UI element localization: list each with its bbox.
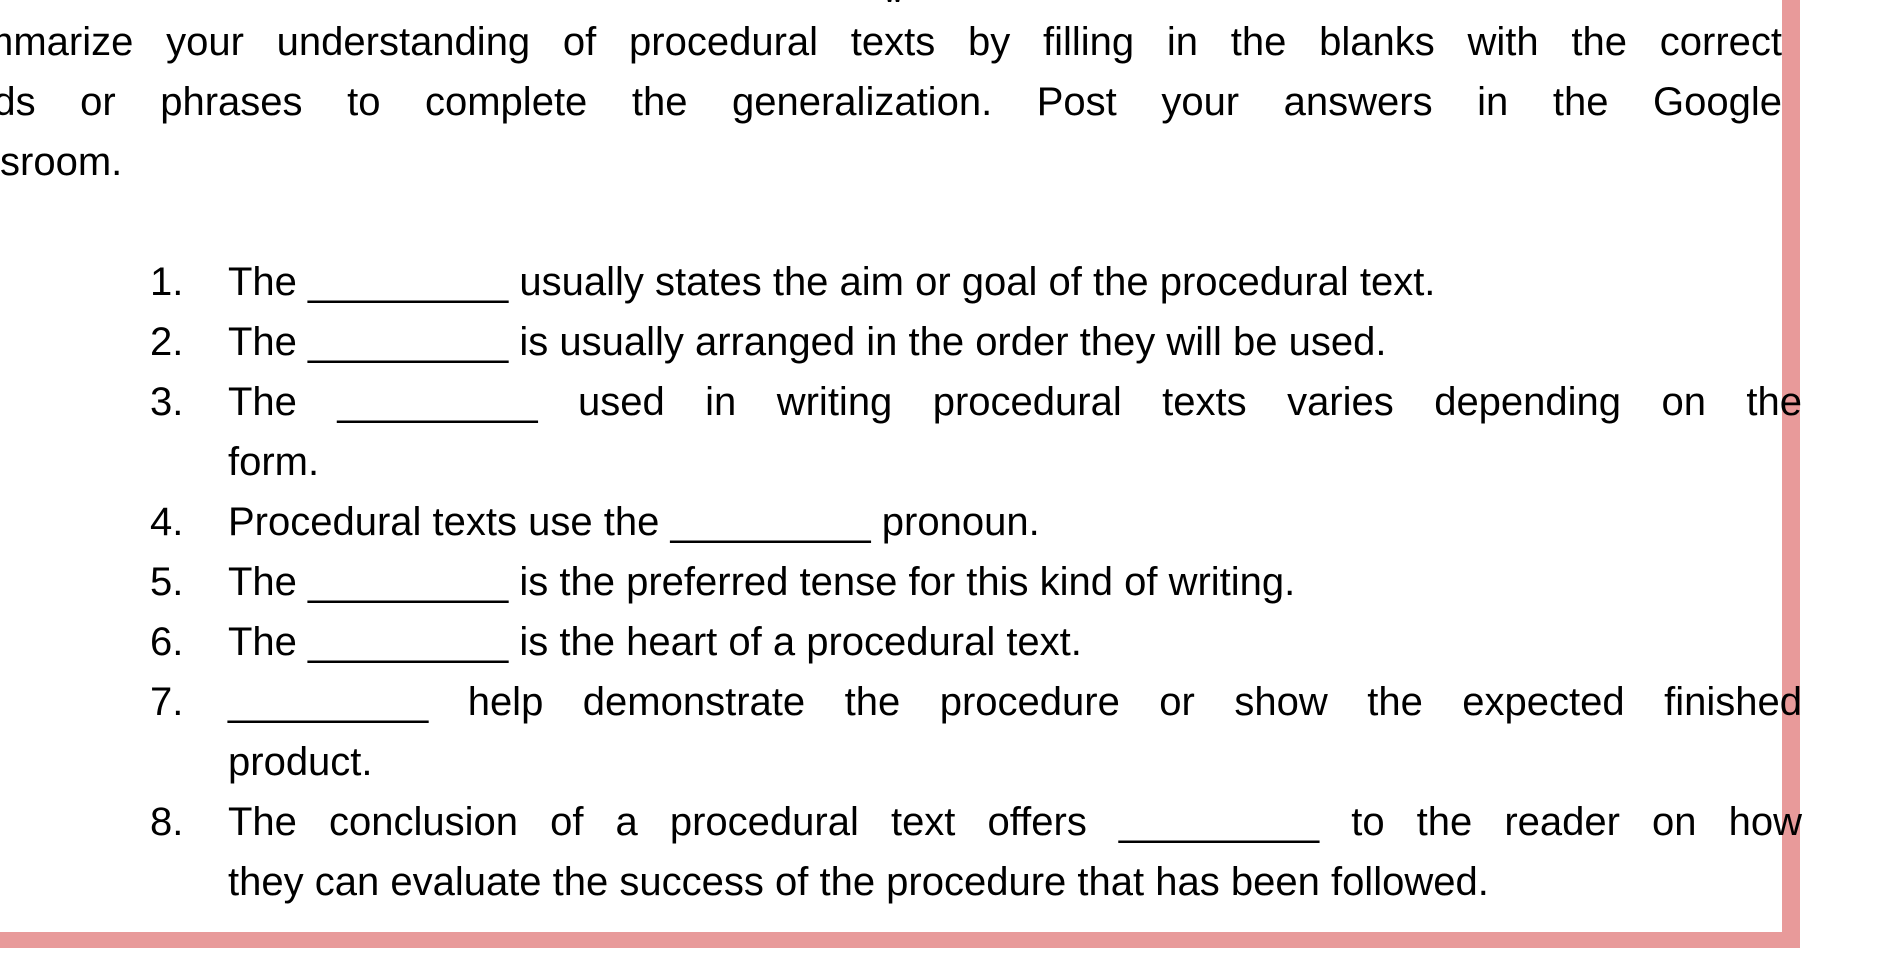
list-item: 7. _________ help demonstrate the proced…	[150, 672, 1802, 792]
cropped-heading-glyph: w	[885, 0, 902, 6]
item-number: 1.	[150, 260, 184, 304]
list-item: 3. The _________ used in writing procedu…	[150, 372, 1802, 492]
list-item: 6. The _________ is the heart of a proce…	[150, 612, 1802, 672]
instructions-line-1: mmarize your understanding of procedural…	[0, 20, 1782, 64]
instructions-line-2: rds or phrases to complete the generaliz…	[0, 80, 1782, 124]
instructions-line-3: ssroom.	[0, 140, 123, 184]
item-text: _________ help demonstrate the procedure…	[228, 680, 1802, 784]
item-text: The _________ used in writing procedural…	[228, 380, 1802, 484]
item-number: 5.	[150, 560, 184, 604]
item-text: Procedural texts use the _________ prono…	[228, 500, 1040, 544]
list-item: 2. The _________ is usually arranged in …	[150, 312, 1802, 372]
item-text: The _________ is the preferred tense for…	[228, 560, 1296, 604]
item-text: The _________ is the heart of a procedur…	[228, 620, 1082, 664]
item-number: 8.	[150, 800, 184, 844]
item-number: 6.	[150, 620, 184, 664]
list-item: 5. The _________ is the preferred tense …	[150, 552, 1802, 612]
item-number: 4.	[150, 500, 184, 544]
item-text: The conclusion of a procedural text offe…	[228, 800, 1802, 904]
item-number: 2.	[150, 320, 184, 364]
item-text: The _________ is usually arranged in the…	[228, 320, 1387, 364]
worksheet-page: w mmarize your understanding of procedur…	[0, 0, 1802, 948]
list-item: 4. Procedural texts use the _________ pr…	[150, 492, 1802, 552]
list-item: 1. The _________ usually states the aim …	[150, 252, 1802, 312]
item-number: 7.	[150, 680, 184, 724]
item-text: The _________ usually states the aim or …	[228, 260, 1436, 304]
fill-in-blanks-list: 1. The _________ usually states the aim …	[150, 252, 1802, 912]
instructions-paragraph: mmarize your understanding of procedural…	[0, 12, 1802, 192]
list-item: 8. The conclusion of a procedural text o…	[150, 792, 1802, 912]
item-number: 3.	[150, 380, 184, 424]
